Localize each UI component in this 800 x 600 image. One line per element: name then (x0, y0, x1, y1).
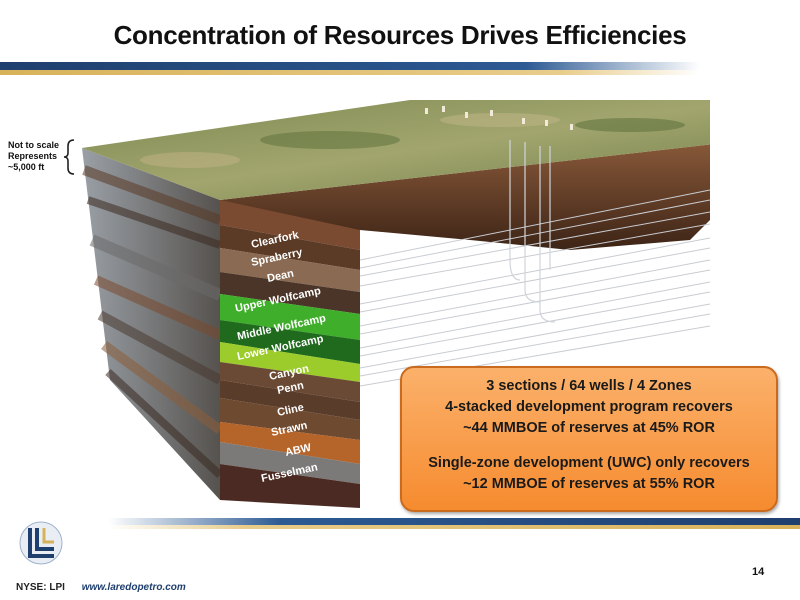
scale-note-line: ~5,000 ft (8, 162, 45, 172)
footer-rule (108, 518, 800, 529)
summary-line: 4-stacked development program recovers (445, 399, 733, 415)
summary-line: 3 sections / 64 wells / 4 Zones (486, 378, 692, 394)
summary-line: ~12 MMBOE of reserves at 55% ROR (463, 476, 715, 492)
website-link[interactable]: www.laredopetro.com (82, 582, 186, 593)
scale-note-line: Represents (8, 151, 58, 161)
slide-title: Concentration of Resources Drives Effici… (113, 20, 687, 50)
header-rule (0, 62, 700, 75)
page-number: 14 (752, 566, 765, 578)
summary-line: ~44 MMBOE of reserves at 45% ROR (463, 420, 715, 436)
footer: NYSE: LPI www.laredopetro.com (16, 582, 186, 593)
scale-note: Not to scale Represents ~5,000 ft (8, 140, 59, 173)
scale-note-line: Not to scale (8, 140, 60, 150)
summary-line: Single-zone development (UWC) only recov… (428, 455, 750, 471)
laredo-logo-icon (19, 521, 63, 565)
resource-summary-box: 3 sections / 64 wells / 4 Zones 4-stacke… (400, 366, 778, 512)
stock-ticker: NYSE: LPI (16, 582, 65, 593)
